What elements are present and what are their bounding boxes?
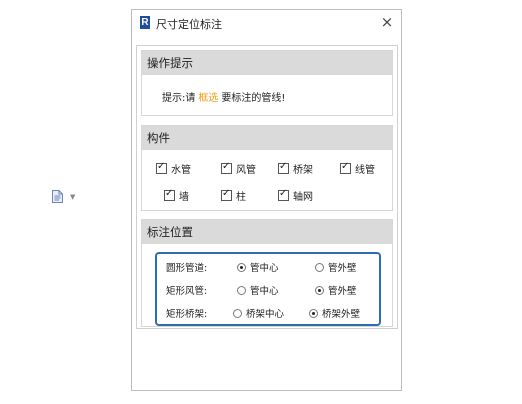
row-label: 矩形桥架: [166, 309, 208, 320]
title-bar: R 尺寸定位标注 × [132, 10, 401, 36]
position-group: 标注位置 圆形管道: 管中心 管外壁 矩形风管: 管中心 管外壁 矩形桥架: 桥… [141, 219, 393, 327]
radio-dot[interactable] [237, 285, 246, 295]
radio-rect-duct-center[interactable]: 管中心 [237, 283, 279, 297]
hint-group: 操作提示 提示:请 框选 要标注的管线! [141, 50, 393, 116]
checkbox-column[interactable]: 柱 [221, 188, 246, 203]
checkbox-label: 水管 [171, 165, 191, 176]
checkbox-label: 墙 [179, 192, 189, 203]
checkbox-box[interactable] [164, 188, 175, 201]
box-select-link[interactable]: 框选 [198, 93, 218, 104]
checkbox-box[interactable] [278, 188, 289, 201]
radio-label: 桥架外壁 [322, 309, 361, 320]
radio-rect-tray-outer[interactable]: 桥架外壁 [309, 306, 360, 320]
radio-dot[interactable] [237, 262, 246, 272]
components-group: 构件 水管 风管 桥架 线管 墙 柱 [141, 125, 393, 211]
radio-label: 管中心 [250, 263, 279, 274]
components-header: 构件 [142, 126, 392, 150]
hint-suffix: 要标注的管线! [221, 93, 286, 104]
document-icon[interactable] [52, 190, 63, 203]
checkbox-box[interactable] [221, 188, 232, 201]
checkbox-label: 轴网 [293, 192, 313, 203]
hint-text: 提示:请 框选 要标注的管线! [162, 89, 285, 104]
radio-label: 管中心 [250, 286, 279, 297]
dialog-body: 操作提示 提示:请框选要标注的管线! 构件 水管 风管 桥架 线管 [136, 45, 398, 329]
checkbox-label: 线管 [355, 165, 375, 176]
checkbox-box[interactable] [221, 161, 232, 174]
checkbox-air-duct[interactable]: 风管 [221, 161, 256, 176]
hint-header: 操作提示 [142, 51, 392, 75]
radio-dot[interactable] [315, 285, 324, 295]
app-logo-icon: R [140, 16, 150, 29]
radio-label: 管外壁 [328, 286, 357, 297]
checkbox-box[interactable] [340, 161, 351, 174]
radio-dot[interactable] [309, 308, 318, 318]
checkbox-box[interactable] [156, 161, 167, 174]
radio-round-pipe-center[interactable]: 管中心 [237, 260, 279, 274]
radio-rect-tray-center[interactable]: 桥架中心 [233, 306, 284, 320]
checkbox-water-pipe[interactable]: 水管 [156, 161, 191, 176]
radio-rect-duct-outer[interactable]: 管外壁 [315, 283, 357, 297]
position-header: 标注位置 [142, 220, 392, 244]
radio-dot[interactable] [233, 308, 242, 318]
close-button[interactable]: × [379, 14, 395, 30]
row-label: 矩形风管: [166, 286, 208, 297]
checkbox-label: 柱 [236, 192, 246, 203]
radio-round-pipe-outer[interactable]: 管外壁 [315, 260, 357, 274]
dialog-title: 尺寸定位标注 [156, 18, 222, 31]
dimension-dialog: R 尺寸定位标注 × 操作提示 提示:请框选要标注的管线! 构件 水管 风管 [131, 9, 402, 391]
dropdown-caret-icon[interactable]: ▼ [70, 193, 75, 201]
radio-dot[interactable] [315, 262, 324, 272]
checkbox-conduit[interactable]: 线管 [340, 161, 375, 176]
checkbox-label: 桥架 [293, 165, 313, 176]
radio-label: 桥架中心 [246, 309, 285, 320]
checkbox-grid[interactable]: 轴网 [278, 188, 313, 203]
radio-label: 管外壁 [328, 263, 357, 274]
checkbox-cable-tray[interactable]: 桥架 [278, 161, 313, 176]
position-options-box: 圆形管道: 管中心 管外壁 矩形风管: 管中心 管外壁 矩形桥架: 桥架中心 桥… [155, 252, 381, 326]
checkbox-label: 风管 [236, 165, 256, 176]
row-label: 圆形管道: [166, 263, 208, 274]
checkbox-wall[interactable]: 墙 [164, 188, 189, 203]
checkbox-box[interactable] [278, 161, 289, 174]
hint-prefix: 提示:请 [162, 93, 196, 104]
